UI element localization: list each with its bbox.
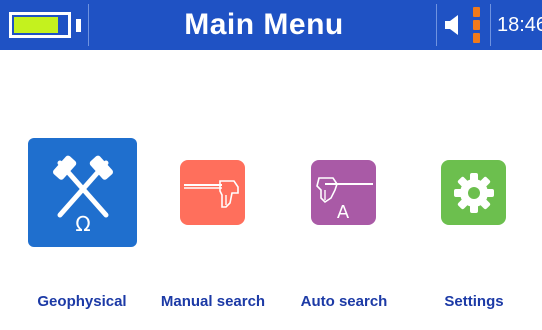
divider [88,4,89,46]
svg-text:A: A [336,202,349,222]
crossed-hammers-omega-icon: Ω [52,155,113,233]
geophysical-tile[interactable]: Ω [28,138,137,247]
gear-icon [453,172,494,213]
page-title: Main Menu [184,8,344,41]
divider [436,4,437,46]
battery-icon [9,12,71,38]
menu-label-settings[interactable]: Settings [409,290,539,314]
manual-search-tile[interactable] [180,160,245,225]
status-bar: Main Menu 18:46 [0,0,542,50]
signal-bars-icon [473,7,480,43]
auto-search-tile[interactable]: A [311,160,376,225]
detector-probe-auto-icon: A [315,176,373,222]
menu-label-manual-search[interactable]: Manual search [148,290,278,314]
speaker-icon[interactable] [444,14,462,41]
detector-probe-icon [183,179,239,208]
svg-text:Ω: Ω [75,212,90,233]
battery-level [14,17,59,33]
menu-label-geophysical[interactable]: Geophysical [17,290,147,314]
menu-label-auto-search[interactable]: Auto search [279,290,409,314]
divider [490,4,491,46]
clock: 18:46 [497,14,542,36]
settings-tile[interactable] [441,160,506,225]
battery-tip [76,19,81,32]
